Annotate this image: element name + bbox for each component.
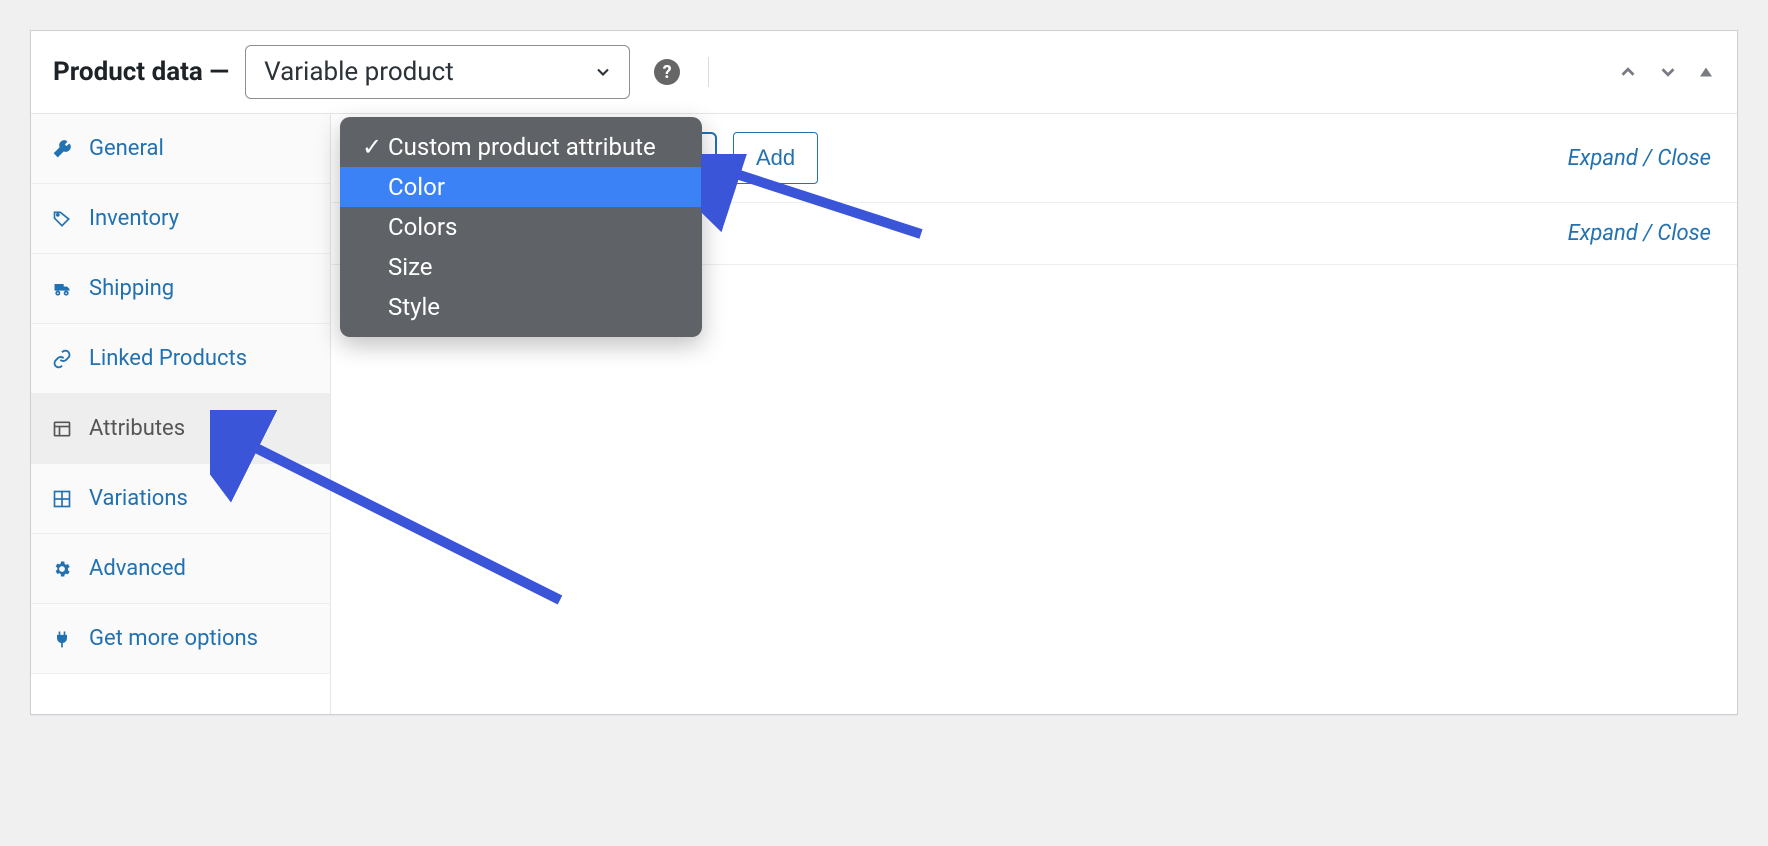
separator: [708, 57, 709, 87]
sidebar-item-variations[interactable]: Variations: [31, 464, 330, 534]
sidebar-item-inventory[interactable]: Inventory: [31, 184, 330, 254]
panel-body: General Inventory Shipping Linked Produc…: [31, 114, 1737, 714]
sidebar-item-general[interactable]: General: [31, 114, 330, 184]
dropdown-option-label: Color: [388, 173, 445, 201]
sidebar: General Inventory Shipping Linked Produc…: [31, 114, 331, 714]
sidebar-item-shipping[interactable]: Shipping: [31, 254, 330, 324]
sidebar-item-label: Attributes: [89, 416, 185, 441]
sidebar-item-linked-products[interactable]: Linked Products: [31, 324, 330, 394]
dropdown-option-size[interactable]: Size: [340, 247, 702, 287]
dropdown-option-color[interactable]: Color: [340, 167, 702, 207]
sidebar-item-attributes[interactable]: Attributes: [31, 394, 330, 464]
chevron-down-icon: [593, 62, 613, 82]
list-icon: [51, 419, 73, 439]
expand-close-link[interactable]: Expand / Close: [1568, 221, 1711, 246]
expand-close-link[interactable]: Expand / Close: [1568, 146, 1711, 171]
chevron-up-icon[interactable]: [1617, 61, 1639, 83]
sidebar-item-advanced[interactable]: Advanced: [31, 534, 330, 604]
sidebar-item-label: Linked Products: [89, 346, 247, 371]
attribute-dropdown-popover: ✓ Custom product attribute Color Colors …: [340, 117, 702, 337]
sidebar-item-label: Get more options: [89, 626, 258, 651]
panel-title: Product data —: [53, 57, 229, 87]
help-icon[interactable]: ?: [654, 59, 680, 85]
attribute-add-row: Add Expand / Close ✓ Custom product attr…: [331, 114, 1737, 203]
gear-icon: [51, 559, 73, 579]
sidebar-item-label: Advanced: [89, 556, 186, 581]
panel-header: Product data — Variable product ?: [31, 31, 1737, 114]
dropdown-option-colors[interactable]: Colors: [340, 207, 702, 247]
dropdown-option-label: Style: [388, 293, 440, 321]
product-type-select[interactable]: Variable product: [245, 45, 630, 99]
sidebar-item-label: Shipping: [89, 276, 174, 301]
dropdown-option-label: Colors: [388, 213, 457, 241]
add-button[interactable]: Add: [733, 132, 818, 184]
sidebar-item-get-more-options[interactable]: Get more options: [31, 604, 330, 674]
chevron-down-icon[interactable]: [1657, 61, 1679, 83]
dropdown-option-label: Custom product attribute: [388, 133, 656, 161]
dropdown-option-label: Size: [388, 253, 433, 281]
caret-up-icon[interactable]: [1697, 63, 1715, 81]
dropdown-option-custom[interactable]: ✓ Custom product attribute: [340, 127, 702, 167]
link-icon: [51, 349, 73, 369]
wrench-icon: [51, 139, 73, 159]
product-type-value: Variable product: [264, 57, 454, 87]
grid-icon: [51, 489, 73, 509]
product-data-panel: Product data — Variable product ? Genera…: [30, 30, 1738, 715]
sidebar-item-label: Variations: [89, 486, 188, 511]
main-area: Add Expand / Close ✓ Custom product attr…: [331, 114, 1737, 714]
sidebar-item-label: General: [89, 136, 164, 161]
dropdown-option-style[interactable]: Style: [340, 287, 702, 327]
tag-icon: [51, 209, 73, 229]
plug-icon: [51, 629, 73, 649]
panel-toggles: [1617, 61, 1715, 83]
truck-icon: [51, 279, 73, 299]
check-icon: ✓: [362, 133, 378, 161]
sidebar-item-label: Inventory: [89, 206, 179, 231]
